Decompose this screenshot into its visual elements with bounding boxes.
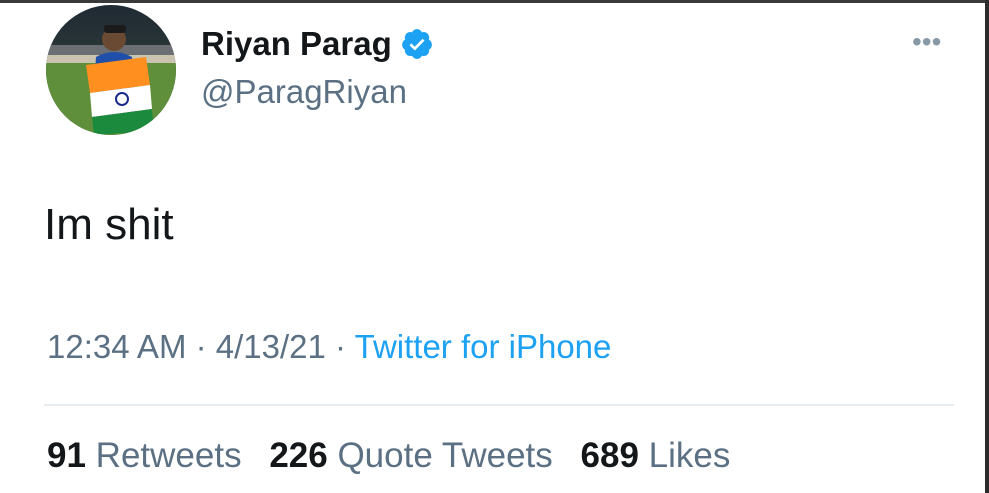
right-border bbox=[985, 0, 989, 493]
likes-label: Likes bbox=[648, 436, 731, 475]
author-handle[interactable]: @ParagRiyan bbox=[201, 73, 407, 111]
author-name-row[interactable]: Riyan Parag bbox=[201, 20, 434, 68]
divider bbox=[44, 404, 954, 406]
tweet-source-link[interactable]: Twitter for iPhone bbox=[355, 328, 612, 365]
tweet-time[interactable]: 12:34 AM bbox=[47, 328, 186, 365]
retweets-stat[interactable]: 91 Retweets bbox=[47, 436, 242, 475]
quote-tweets-count: 226 bbox=[269, 436, 328, 475]
tweet-stats: 91 Retweets 226 Quote Tweets 689 Likes bbox=[47, 436, 748, 476]
tweet-text: Im shit bbox=[44, 200, 174, 249]
quote-tweets-stat[interactable]: 226 Quote Tweets bbox=[269, 436, 552, 475]
top-border bbox=[0, 0, 989, 3]
tweet-meta: 12:34 AM · 4/13/21 · Twitter for iPhone bbox=[47, 328, 611, 366]
avatar[interactable] bbox=[46, 5, 176, 135]
quote-tweets-label: Quote Tweets bbox=[337, 436, 553, 475]
tweet-date[interactable]: 4/13/21 bbox=[216, 328, 326, 365]
more-dots-icon[interactable]: ••• bbox=[912, 28, 941, 56]
meta-separator: · bbox=[186, 328, 216, 365]
avatar-photo bbox=[46, 5, 176, 135]
display-name[interactable]: Riyan Parag bbox=[201, 25, 392, 63]
likes-stat[interactable]: 689 Likes bbox=[581, 436, 731, 475]
retweets-count: 91 bbox=[47, 436, 86, 475]
tweet-card: Riyan Parag @ParagRiyan ••• Im shit 12:3… bbox=[0, 0, 989, 493]
meta-separator: · bbox=[325, 328, 355, 365]
likes-count: 689 bbox=[580, 436, 639, 475]
retweets-label: Retweets bbox=[95, 436, 242, 475]
verified-badge-icon bbox=[400, 27, 434, 61]
